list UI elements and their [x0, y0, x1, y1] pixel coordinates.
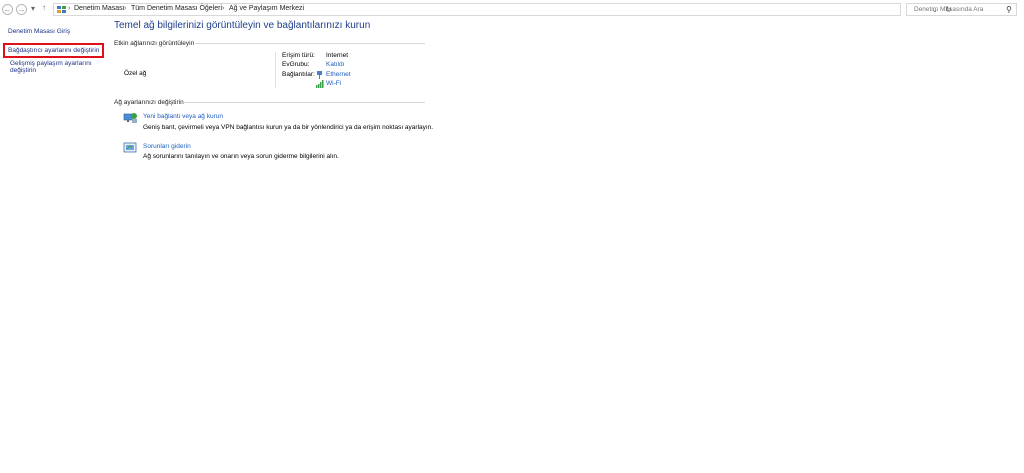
wifi-signal-icon: [316, 80, 324, 88]
forward-button[interactable]: →: [16, 4, 27, 15]
sidebar-item-change-adapter[interactable]: Bağdaştırıcı ayarlarını değiştirin: [8, 47, 99, 54]
new-connection-description: Geniş bant, çevirmeli veya VPN bağlantıs…: [143, 124, 434, 131]
homegroup-label: EvGrubu:: [282, 61, 310, 68]
network-setup-icon: [123, 113, 137, 123]
network-name: Özel ağ: [124, 70, 147, 77]
troubleshoot-icon: [123, 142, 137, 153]
access-type-value: Internet: [326, 52, 349, 59]
homegroup-link[interactable]: Katıldı: [326, 61, 344, 68]
sidebar-item-home[interactable]: Denetim Masası Giriş: [8, 28, 70, 35]
ethernet-icon: [317, 71, 322, 79]
up-button[interactable]: ↑: [42, 3, 46, 12]
breadcrumb-control-panel[interactable]: Denetim Masası: [74, 5, 125, 12]
new-connection-link[interactable]: Yeni bağlantı veya ağ kurun: [143, 113, 223, 120]
page-title: Temel ağ bilgilerinizi görüntüleyin ve b…: [114, 20, 371, 31]
connections-label: Bağlantılar:: [282, 71, 315, 78]
control-panel-icon: [57, 6, 66, 13]
search-box[interactable]: Denetim Masasında Ara ⚲: [906, 3, 1017, 16]
breadcrumb-separator[interactable]: ›: [222, 5, 224, 12]
wifi-link[interactable]: Wi-Fi: [326, 80, 341, 87]
troubleshoot-description: Ağ sorunlarını tanılayın ve onarın veya …: [143, 153, 339, 160]
sidebar-item-advanced-sharing[interactable]: Gelişmiş paylaşım ayarlarını: [10, 60, 92, 67]
troubleshoot-link[interactable]: Sorunları giderin: [143, 143, 191, 150]
back-button[interactable]: ←: [2, 4, 13, 15]
breadcrumb-separator[interactable]: ›: [124, 5, 126, 12]
access-type-label: Erişim türü:: [282, 52, 315, 59]
recent-locations-dropdown[interactable]: ▾: [31, 4, 35, 13]
change-settings-heading: Ağ ayarlarınızı değiştirin: [114, 99, 184, 106]
section-divider: [183, 102, 425, 103]
breadcrumb-all-items[interactable]: Tüm Denetim Masası Öğeleri: [131, 5, 222, 12]
search-icon[interactable]: ⚲: [1006, 5, 1012, 14]
address-bar[interactable]: › Denetim Masası › Tüm Denetim Masası Öğ…: [53, 3, 952, 16]
active-networks-heading: Etkin ağlarınızı görüntüleyin: [114, 40, 195, 47]
navigation-bar: ← → ▾ ↑ › Denetim Masası › Tüm Denetim M…: [0, 0, 1024, 19]
breadcrumb-separator: ›: [68, 5, 71, 12]
ethernet-link[interactable]: Ethernet: [326, 71, 351, 78]
breadcrumb-network-center[interactable]: Ağ ve Paylaşım Merkezi: [229, 5, 304, 12]
section-divider: [195, 43, 425, 44]
sidebar-item-advanced-sharing-cont[interactable]: değiştirin: [10, 67, 36, 74]
vertical-divider: [275, 52, 276, 88]
search-input[interactable]: Denetim Masasında Ara: [914, 6, 983, 13]
